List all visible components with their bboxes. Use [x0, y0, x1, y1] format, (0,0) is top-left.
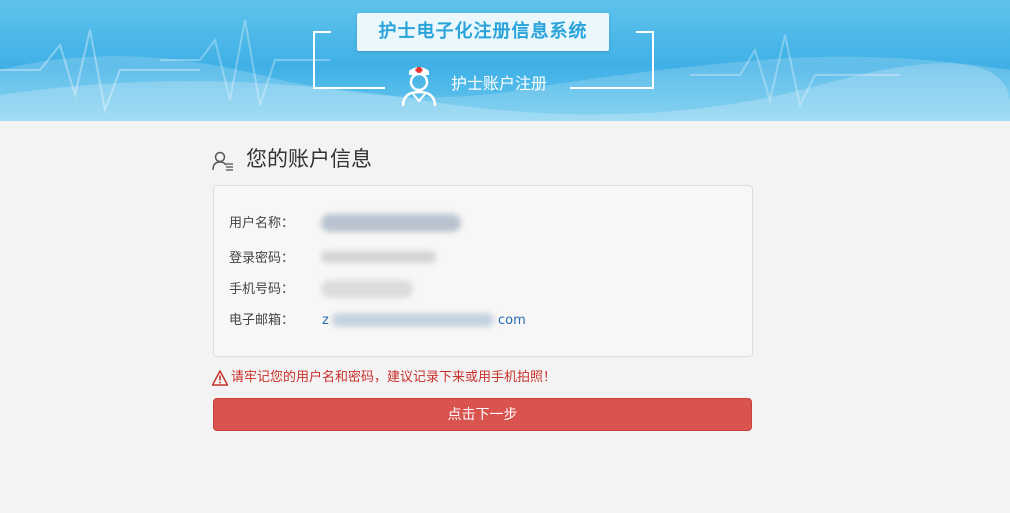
- username-label: 用户名称：: [229, 216, 295, 231]
- password-value-redacted: [321, 251, 436, 263]
- email-value-redacted: [332, 313, 494, 327]
- phone-label: 手机号码：: [229, 282, 295, 297]
- password-label: 登录密码：: [229, 251, 295, 266]
- warning-icon: [212, 370, 228, 386]
- username-value-redacted: [321, 214, 461, 232]
- page-subtitle: 护士账户注册: [451, 74, 548, 93]
- phone-value-redacted: [321, 280, 413, 298]
- next-step-button[interactable]: 点击下一步: [213, 398, 752, 431]
- system-title: 护士电子化注册信息系统: [357, 13, 609, 51]
- email-label: 电子邮箱：: [229, 313, 295, 328]
- header-banner: 护士电子化注册信息系统 护士账户注册: [0, 0, 1010, 121]
- user-icon: [212, 151, 233, 171]
- account-info-card: 用户名称： 登录密码： 手机号码： 电子邮箱： z com: [213, 185, 753, 357]
- warning-text: 请牢记您的用户名和密码，建议记录下来或用手机拍照！: [231, 370, 557, 385]
- email-prefix: z: [322, 313, 329, 328]
- section-title: 您的账户信息: [246, 147, 372, 171]
- nurse-icon: [401, 67, 437, 107]
- email-suffix: com: [498, 313, 526, 328]
